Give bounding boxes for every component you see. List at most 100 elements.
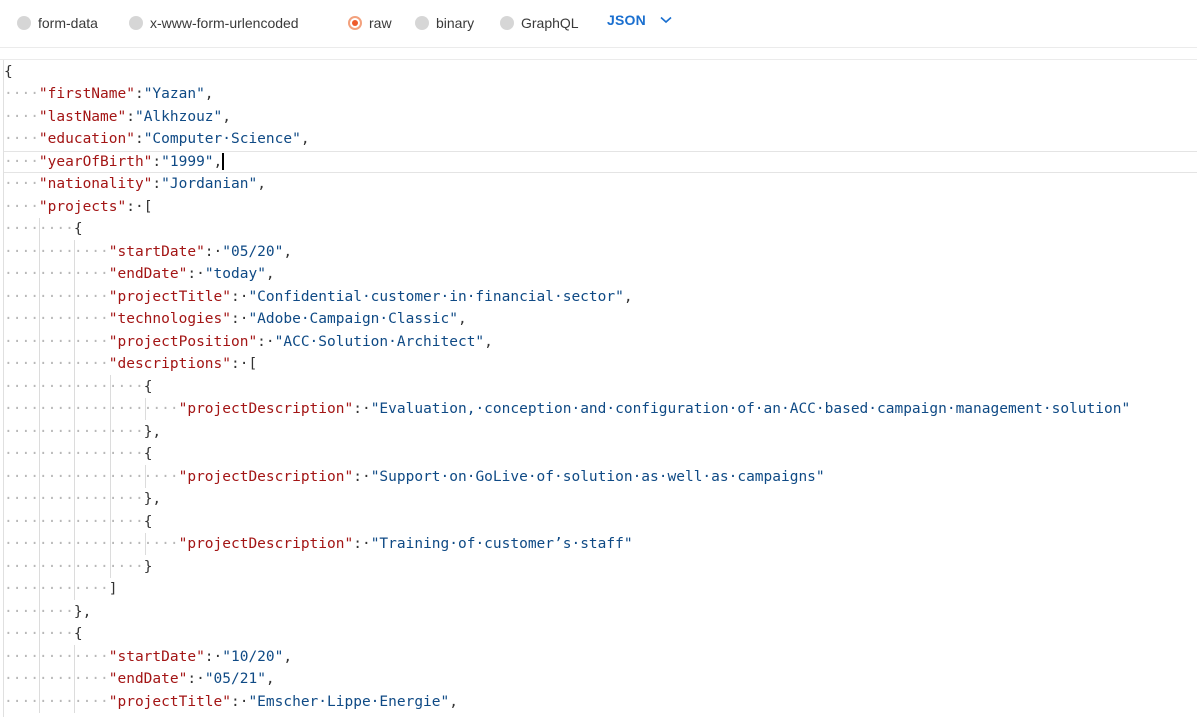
language-label: JSON (607, 12, 646, 28)
radio-label: x-www-form-urlencoded (150, 15, 299, 31)
whitespace-dots: ···················· (4, 401, 179, 417)
code-text: "projects":·[ (38, 198, 153, 215)
code-text: "endDate":·"05/21", (108, 671, 275, 687)
code-line[interactable]: ········{ (4, 218, 1197, 241)
code-text: ] (108, 581, 118, 597)
body-type-toolbar: form-data x-www-form-urlencoded raw bina… (0, 0, 1197, 48)
radio-label: raw (369, 15, 392, 31)
code-text: { (143, 513, 153, 530)
radio-icon (415, 16, 429, 30)
code-text: { (73, 221, 83, 237)
radio-label: GraphQL (521, 15, 579, 31)
code-text: "education":"Computer·Science", (38, 131, 310, 147)
code-line[interactable]: ················{ (4, 443, 1197, 466)
code-text: "descriptions":·[ (108, 356, 258, 372)
code-line[interactable]: ················} (4, 556, 1197, 579)
indent-guide (145, 532, 147, 555)
language-dropdown[interactable]: JSON (607, 12, 672, 28)
radio-label: binary (436, 15, 475, 31)
code-text: "endDate":·"today", (108, 266, 275, 282)
whitespace-dots: ···· (4, 153, 39, 170)
code-text: { (143, 378, 153, 395)
radio-graphql[interactable]: GraphQL (500, 14, 579, 32)
whitespace-dots: ············ (4, 648, 109, 665)
code-line[interactable]: ····"firstName":"Yazan", (4, 83, 1197, 106)
code-text: "startDate":·"05/20", (108, 243, 293, 260)
code-line[interactable]: ····················"projectDescription"… (4, 398, 1197, 421)
code-line[interactable]: ············"projectTitle":·"Emscher·Lip… (4, 691, 1197, 714)
code-text: { (73, 626, 83, 642)
code-text: { (143, 446, 153, 462)
radio-binary[interactable]: binary (415, 14, 474, 32)
code-text: "nationality":"Jordanian", (38, 176, 266, 192)
chevron-down-icon (660, 16, 672, 24)
code-text: }, (143, 491, 162, 507)
indent-guide (109, 375, 111, 578)
code-editor[interactable]: {····"firstName":"Yazan", ····"lastName":… (0, 59, 1197, 717)
code-text: }, (73, 603, 92, 620)
code-line[interactable]: ············"descriptions":·[ (4, 353, 1197, 376)
code-line[interactable]: ············"projectTitle":·"Confidentia… (4, 286, 1197, 309)
whitespace-dots: ···· (4, 198, 39, 215)
whitespace-dots: ············ (4, 581, 109, 597)
whitespace-dots: ···· (4, 86, 39, 102)
radio-selected-icon (348, 16, 362, 30)
radio-icon (17, 16, 31, 30)
whitespace-dots: ············ (4, 356, 109, 372)
radio-form-data[interactable]: form-data (17, 14, 98, 32)
code-line[interactable]: ················{ (4, 376, 1197, 399)
whitespace-dots: ············ (4, 693, 109, 710)
code-text: }, (143, 423, 162, 440)
code-text: "yearOfBirth":"1999", (38, 153, 223, 170)
code-text: "lastName":"Alkhzouz", (38, 108, 232, 125)
whitespace-dots: ············ (4, 266, 109, 282)
code-text: "projectDescription":·"Support·on·GoLive… (178, 468, 825, 485)
whitespace-dots: ············ (4, 311, 109, 327)
code-line[interactable]: ················{ (4, 511, 1197, 534)
code-text: "startDate":·"10/20", (108, 648, 293, 665)
code-line[interactable]: ····················"projectDescription"… (4, 466, 1197, 489)
whitespace-dots: ···· (4, 176, 39, 192)
code-line[interactable]: ····"education":"Computer·Science", (4, 128, 1197, 151)
code-line[interactable]: ········{ (4, 623, 1197, 646)
radio-raw[interactable]: raw (348, 14, 392, 32)
code-line[interactable]: ············"startDate":·"10/20", (4, 646, 1197, 669)
code-line[interactable]: ········}, (4, 601, 1197, 624)
code-text: "firstName":"Yazan", (38, 86, 214, 102)
code-line[interactable]: ············"technologies":·"Adobe·Campa… (4, 308, 1197, 331)
radio-x-www-form-urlencoded[interactable]: x-www-form-urlencoded (129, 14, 299, 32)
code-text: "projectTitle":·"Emscher·Lippe·Energie", (108, 693, 458, 710)
whitespace-dots: ············ (4, 333, 109, 350)
code-text: { (4, 63, 13, 80)
code-text: "projectTitle":·"Confidential·customer·i… (108, 288, 633, 305)
whitespace-dots: ···················· (4, 468, 179, 485)
code-line[interactable]: ····"nationality":"Jordanian", (4, 173, 1197, 196)
code-line[interactable]: ················}, (4, 421, 1197, 444)
code-line[interactable]: ············"projectPosition":·"ACC·Solu… (4, 331, 1197, 354)
code-line[interactable]: ····"lastName":"Alkhzouz", (4, 106, 1197, 129)
code-line[interactable]: ············"startDate":·"05/20", (4, 241, 1197, 264)
code-line[interactable]: ················}, (4, 488, 1197, 511)
code-text: "projectDescription":·"Training·of·custo… (178, 536, 633, 552)
code-line[interactable]: ····"projects":·[ (4, 196, 1197, 219)
code-text: "projectDescription":·"Evaluation,·conce… (178, 401, 1131, 417)
code-text: "technologies":·"Adobe·Campaign·Classic"… (108, 311, 467, 327)
indent-guide (74, 240, 76, 600)
code-line[interactable]: ············"endDate":·"05/21", (4, 668, 1197, 691)
code-line[interactable]: ····"yearOfBirth":"1999", (4, 150, 1197, 173)
whitespace-dots: ············ (4, 288, 109, 305)
radio-label: form-data (38, 15, 98, 31)
whitespace-dots: ············ (4, 671, 109, 687)
code-text: } (143, 558, 153, 575)
indent-guide (74, 645, 76, 713)
whitespace-dots: ···· (4, 108, 39, 125)
code-line[interactable]: ············"endDate":·"today", (4, 263, 1197, 286)
code-line[interactable]: ····················"projectDescription"… (4, 533, 1197, 556)
text-cursor (222, 153, 224, 170)
code-line[interactable]: ············] (4, 578, 1197, 601)
code-line[interactable]: { (4, 61, 1197, 84)
indent-guide (38, 217, 40, 713)
radio-icon (500, 16, 514, 30)
whitespace-dots: ···· (4, 131, 39, 147)
indent-guide (145, 397, 147, 420)
